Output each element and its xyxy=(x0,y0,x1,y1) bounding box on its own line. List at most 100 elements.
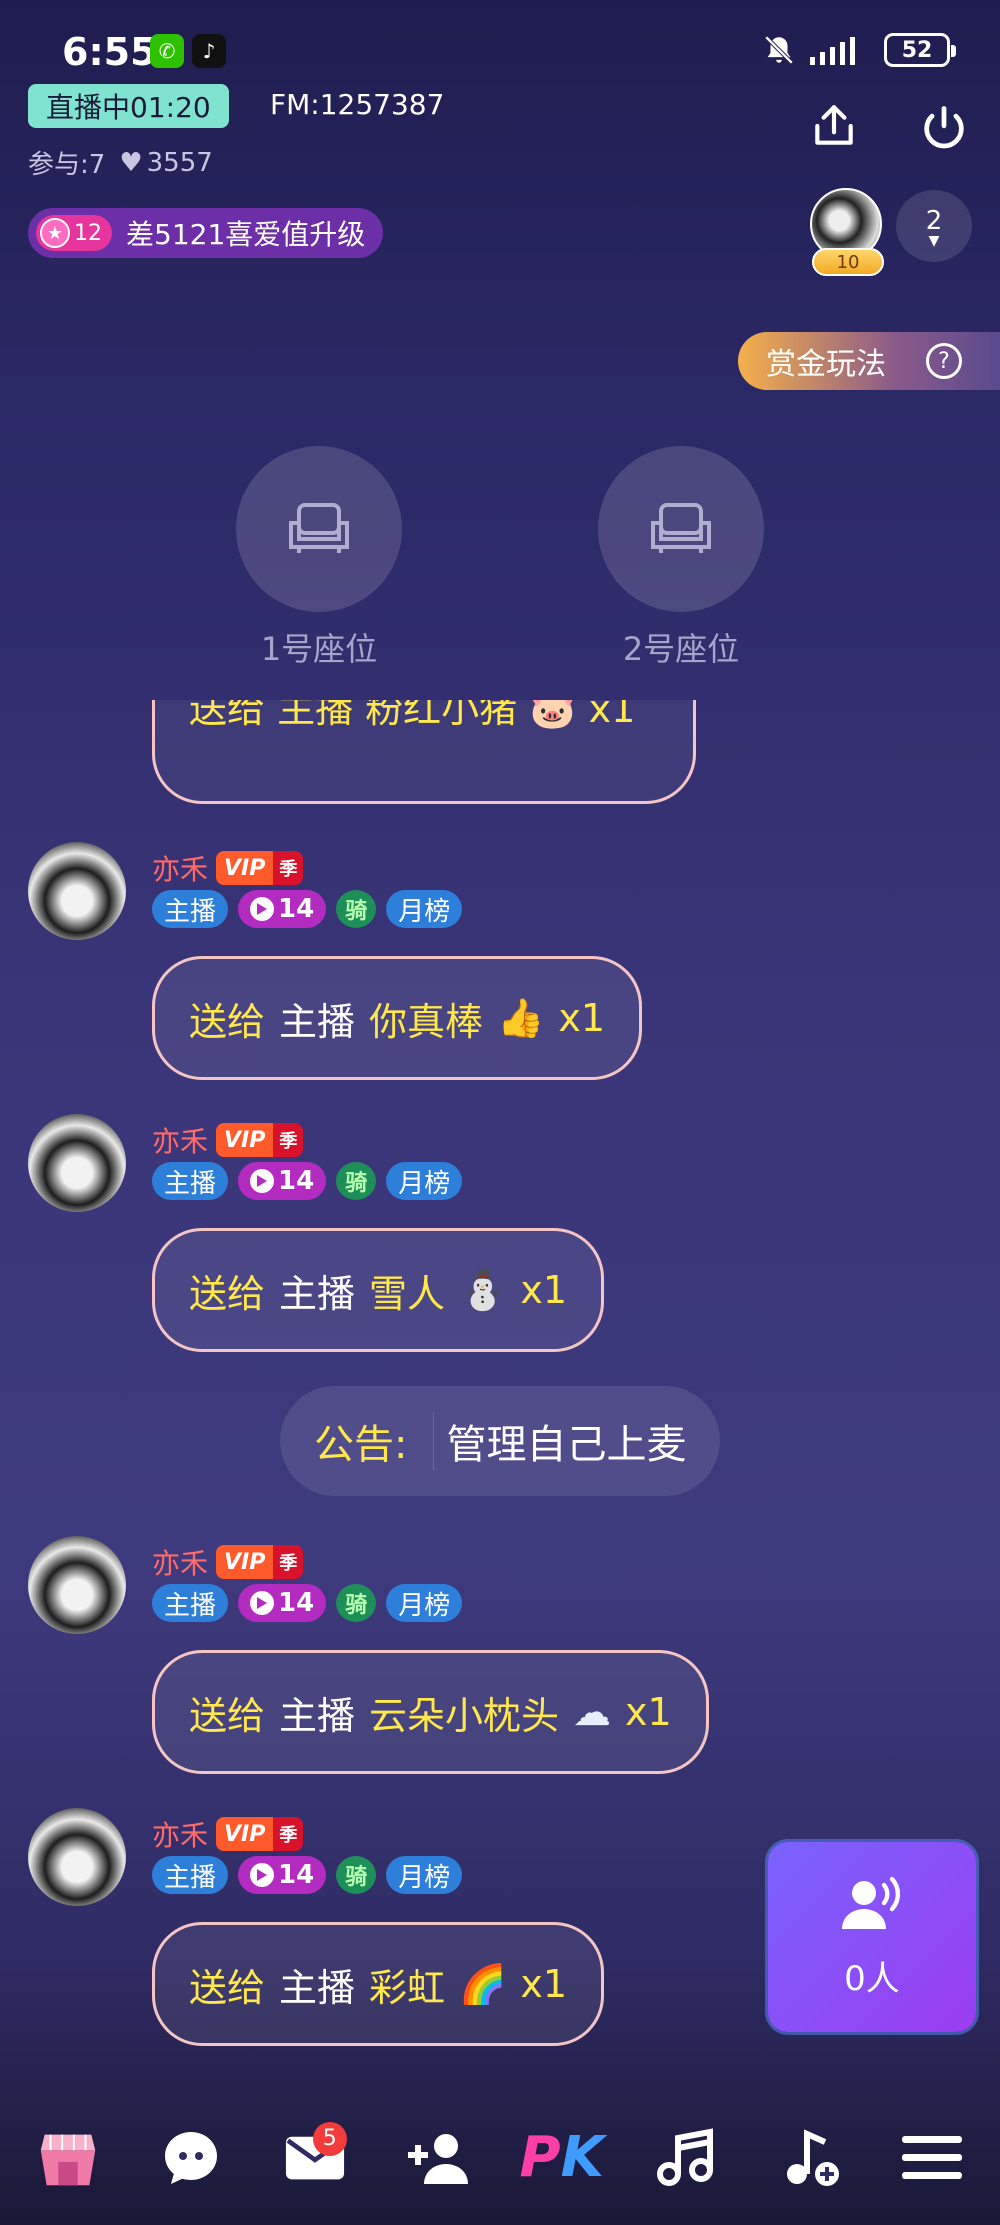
avatar[interactable] xyxy=(28,1536,126,1634)
ride-badge: 骑 xyxy=(336,1162,377,1200)
gift-target: 主播 xyxy=(279,1965,356,2010)
wechat-icon: ✆ xyxy=(150,34,184,68)
chat-button[interactable] xyxy=(141,2108,241,2208)
ride-badge: 骑 xyxy=(336,1584,377,1622)
username[interactable]: 亦禾 xyxy=(152,1542,208,1582)
gift-send-label: 送给 xyxy=(189,1693,266,1738)
announcement-text: 管理自己上麦 xyxy=(433,1412,686,1470)
vip-badge: VIP 季 xyxy=(216,1817,304,1851)
vip-badge: VIP 季 xyxy=(216,1123,304,1157)
gift-bubble: 送给 主播 云朵小枕头 ☁ x1 xyxy=(152,1650,709,1774)
pk-icon-p: P xyxy=(519,2125,561,2190)
avatar[interactable] xyxy=(28,1808,126,1906)
mic-queue-button[interactable]: 0人 xyxy=(768,1842,976,2032)
gift-target: 主播 xyxy=(279,1271,356,1316)
tag-row: 主播 14 骑 月榜 xyxy=(152,1162,463,1200)
menu-button[interactable] xyxy=(882,2108,982,2208)
username[interactable]: 亦禾 xyxy=(152,1120,208,1160)
play-icon xyxy=(250,1591,275,1615)
gift-count: x1 xyxy=(558,996,606,1040)
tag-row: 主播 14 骑 月榜 xyxy=(152,1856,463,1894)
avatar[interactable] xyxy=(28,1114,126,1212)
tiktok-icon: ♪ xyxy=(192,34,226,68)
seat-1-label: 1号座位 xyxy=(260,630,378,668)
level-tag: 14 xyxy=(238,890,327,928)
gift-bubble: 送给 主播 彩虹 🌈 x1 xyxy=(152,1922,605,2046)
announcement-label: 公告: xyxy=(314,1422,408,1468)
thumbs-up-icon: 👍 xyxy=(497,995,545,1040)
music-button[interactable] xyxy=(635,2108,735,2208)
ride-badge: 骑 xyxy=(336,890,377,928)
mic-queue-count: 0人 xyxy=(844,1958,900,1999)
partial-gift-text: 送给 主播 粉红小猪 🐷 x1 xyxy=(189,700,636,731)
monthly-rank-tag: 月榜 xyxy=(386,1162,463,1200)
messages-button[interactable]: 5 xyxy=(265,2108,365,2208)
pk-button[interactable]: PK xyxy=(512,2108,612,2208)
add-user-icon xyxy=(408,2133,469,2184)
gift-target: 主播 xyxy=(279,999,356,1044)
play-icon xyxy=(250,897,275,921)
add-song-button[interactable] xyxy=(759,2108,859,2208)
gift-send-label: 送给 xyxy=(189,1271,266,1316)
chat-message: 亦禾 VIP 季 主播 14 骑 月榜 送给 主播 雪人 ⛄ x1 xyxy=(28,1114,768,1354)
gift-bubble: 送给 主播 雪人 ⛄ x1 xyxy=(152,1228,605,1352)
seat-2[interactable] xyxy=(598,446,764,612)
monthly-rank-tag: 月榜 xyxy=(386,890,463,928)
star-icon: ★ xyxy=(40,218,70,248)
room-level-number: 12 xyxy=(74,220,102,246)
monthly-rank-tag: 月榜 xyxy=(386,1584,463,1622)
seat-1[interactable] xyxy=(236,446,402,612)
invite-user-button[interactable] xyxy=(388,2108,488,2208)
level-progress-pill[interactable]: ★ 12 差5121喜爱值升级 xyxy=(28,208,384,258)
room-stats: 参与:7 ♥ 3557 xyxy=(28,144,213,181)
level-progress-text: 差5121喜爱值升级 xyxy=(126,218,366,251)
status-time: 6:55 xyxy=(62,30,157,74)
music-add-icon xyxy=(786,2128,839,2186)
chevron-down-icon: ▼ xyxy=(928,233,940,249)
host-tag: 主播 xyxy=(152,890,229,928)
online-viewers-button[interactable]: 2 ▼ xyxy=(896,190,972,262)
name-row: 亦禾 VIP 季 xyxy=(152,1120,304,1160)
heart-icon: ♥ xyxy=(119,147,143,178)
mute-bell-icon xyxy=(764,35,794,65)
host-tag: 主播 xyxy=(152,1856,229,1894)
participants-count: 参与:7 xyxy=(28,150,106,180)
username[interactable]: 亦禾 xyxy=(152,848,208,888)
bounty-label: 赏金玩法 xyxy=(766,347,886,382)
gift-bubble: 送给 主播 你真棒 👍 x1 xyxy=(152,956,643,1080)
gift-shop-icon xyxy=(40,2134,95,2185)
avatar[interactable] xyxy=(28,842,126,940)
status-right-group: 52 xyxy=(762,30,956,70)
share-icon[interactable] xyxy=(806,98,862,154)
likes-count: 3557 xyxy=(146,147,213,178)
level-tag: 14 xyxy=(238,1162,327,1200)
partial-gift-bubble: 送给 主播 粉红小猪 🐷 x1 xyxy=(152,700,696,804)
announcement-bubble: 公告: 管理自己上麦 xyxy=(280,1386,721,1496)
music-note-icon xyxy=(657,2127,714,2186)
unread-badge: 5 xyxy=(312,2121,347,2156)
bounty-game-button[interactable]: 赏金玩法 ? xyxy=(738,332,1000,390)
tag-row: 主播 14 骑 月榜 xyxy=(152,1584,463,1622)
hamburger-menu-icon xyxy=(902,2135,963,2179)
bottom-toolbar: 5 PK xyxy=(0,2090,1000,2225)
gift-name: 雪人 xyxy=(369,1271,446,1316)
username[interactable]: 亦禾 xyxy=(152,1814,208,1854)
help-icon[interactable]: ? xyxy=(926,343,962,379)
shop-button[interactable] xyxy=(18,2108,118,2208)
vip-badge: VIP 季 xyxy=(216,1545,304,1579)
sofa-icon xyxy=(651,503,711,553)
chat-bubble-icon xyxy=(165,2131,218,2184)
signal-icon xyxy=(810,37,855,65)
vip-badge: VIP 季 xyxy=(216,851,304,885)
gift-target: 主播 xyxy=(279,1693,356,1738)
fm-number: FM:1257387 xyxy=(270,88,445,121)
power-icon[interactable] xyxy=(916,100,972,156)
gift-count: x1 xyxy=(625,1690,672,1734)
gift-send-label: 送给 xyxy=(189,1965,266,2010)
name-row: 亦禾 VIP 季 xyxy=(152,1542,304,1582)
tag-row: 主播 14 骑 月榜 xyxy=(152,890,463,928)
seat-2-label: 2号座位 xyxy=(622,630,740,668)
play-icon xyxy=(250,1169,275,1193)
host-tag: 主播 xyxy=(152,1162,229,1200)
likes-group: ♥ 3557 xyxy=(119,148,212,178)
